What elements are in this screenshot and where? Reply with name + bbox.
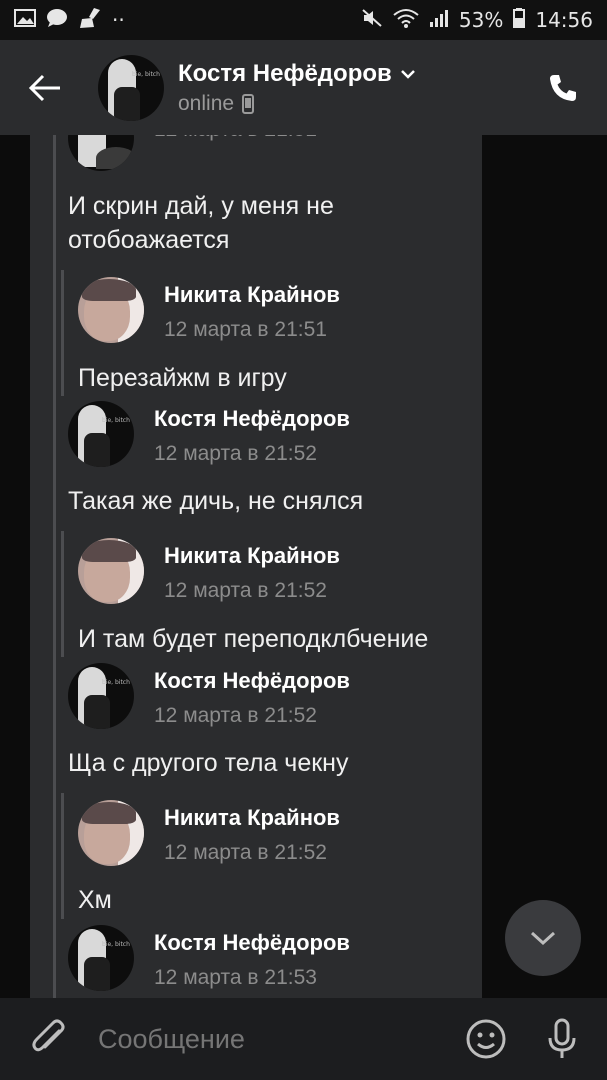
quote-bar bbox=[53, 135, 56, 998]
message-header: Никита Крайнов 12 марта в 21:51 bbox=[78, 277, 340, 343]
message-header: Никита Крайнов 12 марта в 21:52 bbox=[78, 800, 340, 866]
status-bar: ·· 53% 14:56 bbox=[0, 0, 607, 40]
arrow-left-icon bbox=[28, 74, 60, 101]
message-header: bie, bitch Костя Нефёдоров 12 марта в 21… bbox=[68, 401, 350, 467]
contact-avatar[interactable]: bie, bitch bbox=[98, 54, 164, 121]
avatar: bie, bitch bbox=[68, 925, 134, 991]
message-time: 12 марта в 21:53 bbox=[154, 966, 317, 989]
contact-status: online bbox=[178, 91, 235, 115]
attach-button[interactable] bbox=[24, 1014, 74, 1064]
message-author: Никита Крайнов bbox=[164, 805, 340, 830]
gallery-icon bbox=[14, 8, 36, 32]
chevron-down-icon bbox=[530, 931, 556, 946]
chat-header: bie, bitch Костя Нефёдоров online bbox=[0, 40, 607, 135]
message-composer bbox=[0, 998, 607, 1080]
clock: 14:56 bbox=[535, 8, 593, 32]
message-author: Никита Крайнов bbox=[164, 543, 340, 568]
status-bar-right: 53% 14:56 bbox=[361, 7, 593, 33]
message-time: 12 марта в 21:52 bbox=[154, 704, 317, 727]
contact-name: Костя Нефёдоров bbox=[178, 59, 392, 87]
signal-icon bbox=[429, 8, 449, 33]
message-header: 12 марта в 21:51 bbox=[68, 135, 317, 171]
message-text: И там будет переподклбчение bbox=[78, 625, 429, 653]
voice-message-button[interactable] bbox=[537, 1014, 587, 1064]
nested-quote-bar bbox=[61, 270, 64, 396]
message-text: И скрин дай, у меня не отобоажается bbox=[68, 192, 334, 254]
message-time: 12 марта в 21:52 bbox=[164, 579, 327, 602]
message-author: Никита Крайнов bbox=[164, 282, 340, 307]
contact-info[interactable]: Костя Нефёдоров online bbox=[178, 60, 533, 116]
message-author: Костя Нефёдоров bbox=[154, 930, 350, 955]
message-time: 12 марта в 21:52 bbox=[164, 841, 327, 864]
avatar bbox=[68, 135, 134, 171]
microphone-icon bbox=[548, 1018, 576, 1058]
message-author: Костя Нефёдоров bbox=[154, 668, 350, 693]
message-text: Хм bbox=[78, 886, 112, 914]
message-time: 12 марта в 21:51 bbox=[154, 135, 317, 143]
status-bar-left: ·· bbox=[14, 7, 125, 34]
message-input[interactable] bbox=[96, 1013, 461, 1065]
chevron-down-icon bbox=[400, 69, 415, 79]
message-header: Никита Крайнов 12 марта в 21:52 bbox=[78, 538, 340, 604]
nested-quote-bar bbox=[61, 793, 64, 919]
message-text: Перезайжм в игру bbox=[78, 364, 287, 392]
status-dots: ·· bbox=[112, 8, 125, 32]
nested-quote-bar bbox=[61, 531, 64, 657]
battery-icon bbox=[513, 7, 526, 33]
message-header: bie, bitch Костя Нефёдоров 12 марта в 21… bbox=[68, 663, 350, 729]
chat-messages[interactable]: 12 марта в 21:51 И скрин дай, у меня не … bbox=[0, 135, 607, 998]
avatar bbox=[78, 538, 144, 604]
paperclip-icon bbox=[32, 1019, 65, 1052]
avatar bbox=[78, 277, 144, 343]
phone-icon bbox=[550, 74, 576, 101]
avatar bbox=[78, 800, 144, 866]
smiley-icon bbox=[466, 1019, 506, 1059]
message-header: bie, bitch Костя Нефёдоров 12 марта в 21… bbox=[68, 925, 350, 991]
scroll-down-button[interactable] bbox=[505, 900, 581, 976]
broom-icon bbox=[78, 7, 102, 34]
message-time: 12 марта в 21:51 bbox=[164, 318, 327, 341]
mute-icon bbox=[361, 8, 383, 33]
mobile-phone-icon bbox=[242, 93, 255, 114]
message-text: Такая же дичь, не снялся bbox=[68, 487, 364, 515]
wifi-icon bbox=[393, 8, 419, 33]
message-time: 12 марта в 21:52 bbox=[154, 442, 317, 465]
emoji-button[interactable] bbox=[461, 1014, 511, 1064]
chat-bubble-icon bbox=[46, 8, 68, 33]
avatar-caption: bie, bitch bbox=[132, 70, 160, 78]
avatar: bie, bitch bbox=[68, 401, 134, 467]
message-author: Костя Нефёдоров bbox=[154, 406, 350, 431]
back-button[interactable] bbox=[10, 40, 80, 135]
avatar: bie, bitch bbox=[68, 663, 134, 729]
call-button[interactable] bbox=[533, 58, 593, 118]
message-text: Ща с другого тела чекну bbox=[68, 749, 349, 777]
battery-percent: 53% bbox=[458, 8, 504, 32]
